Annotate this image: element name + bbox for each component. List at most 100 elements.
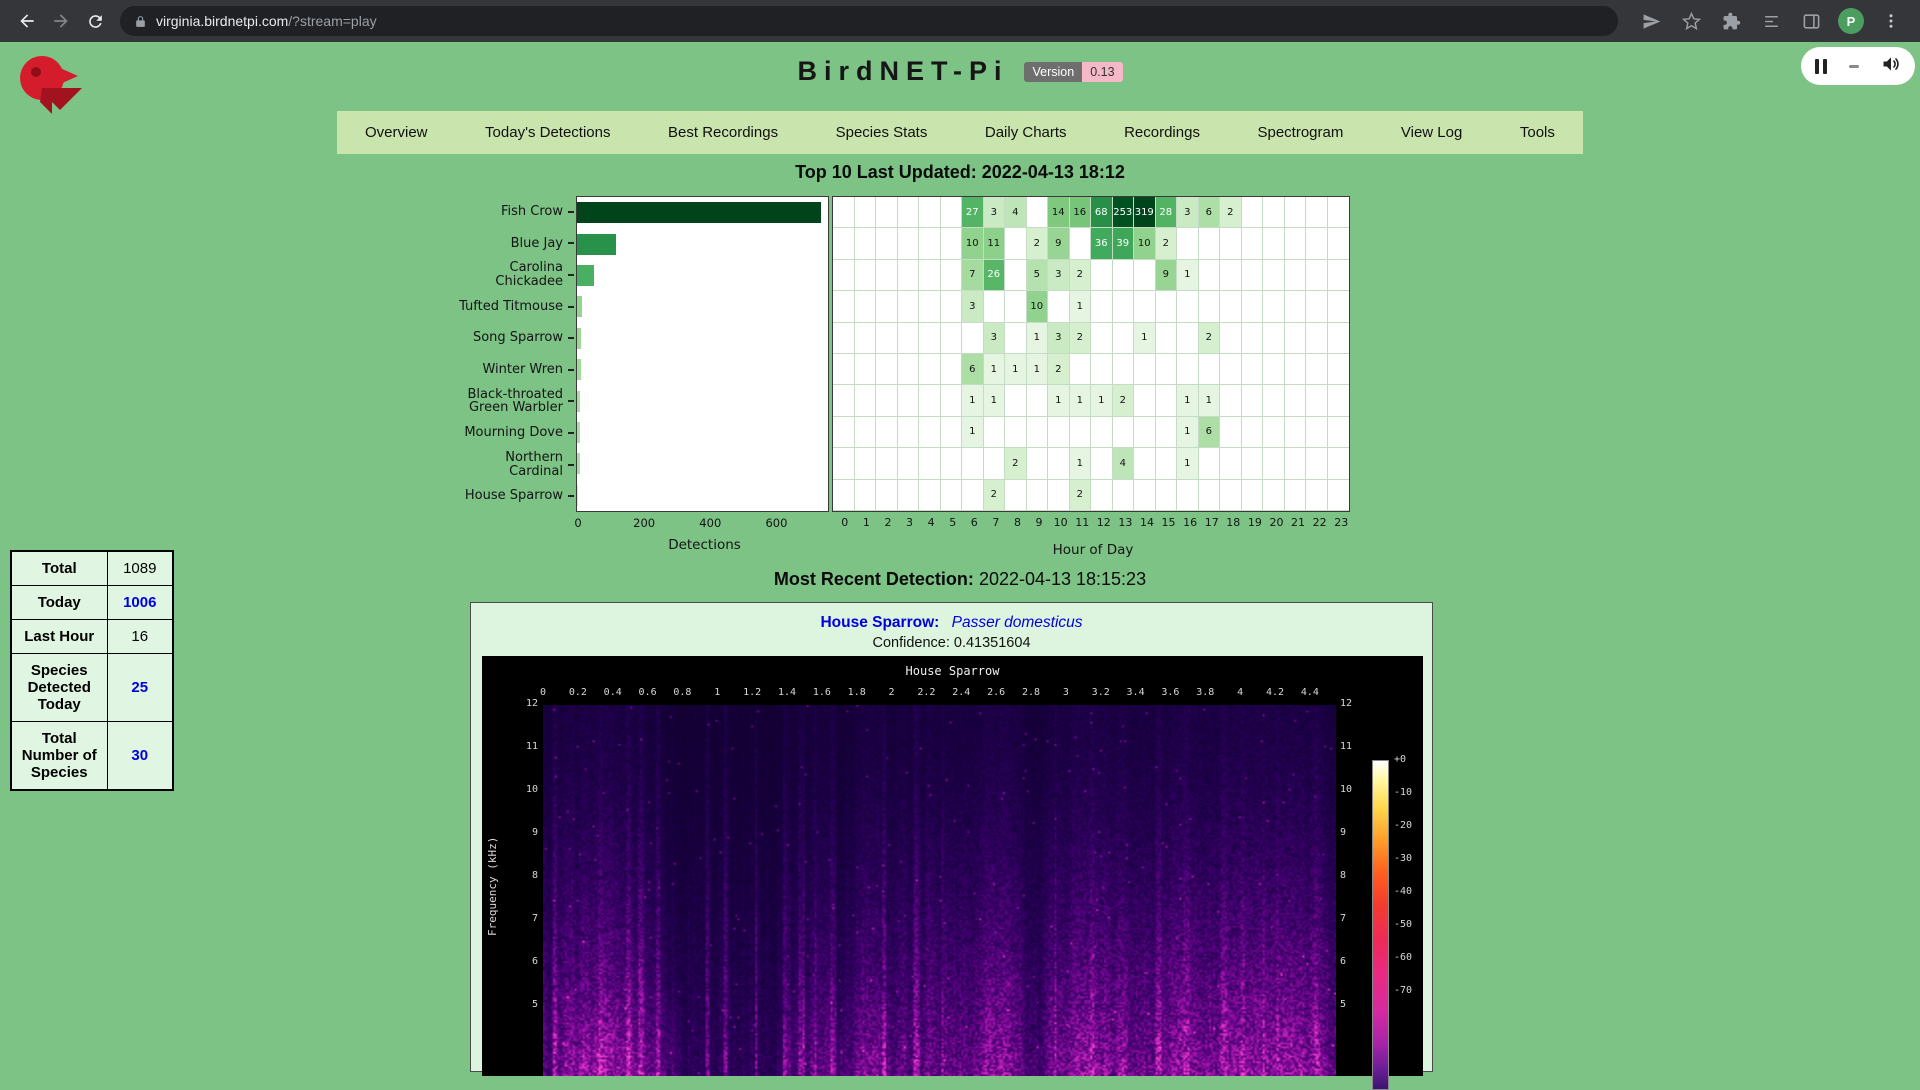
heatmap-cell: 2 xyxy=(1113,385,1135,416)
nav-item-overview[interactable]: Overview xyxy=(365,124,428,141)
spec-xtick: 0.8 xyxy=(673,687,691,698)
heatmap-cell xyxy=(855,323,877,354)
spec-xtick: 3.4 xyxy=(1127,687,1145,698)
hour-label: 19 xyxy=(1244,516,1266,529)
heatmap-cell: 6 xyxy=(962,354,984,385)
nav-item-daily-charts[interactable]: Daily Charts xyxy=(985,124,1067,141)
browser-menu-icon[interactable] xyxy=(1874,4,1908,38)
heatmap-cell: 3 xyxy=(984,197,1006,228)
reload-button[interactable] xyxy=(78,4,112,38)
heatmap-cell xyxy=(1156,291,1178,322)
heatmap-cell xyxy=(833,480,855,511)
spectrogram-title: House Sparrow xyxy=(482,664,1423,678)
heatmap-cell: 1 xyxy=(1177,260,1199,291)
heatmap-cell xyxy=(1220,417,1242,448)
hour-label: 7 xyxy=(985,516,1007,529)
side-panel-icon[interactable] xyxy=(1794,4,1828,38)
address-bar[interactable]: virginia.birdnetpi.com/?stream=play xyxy=(120,6,1618,36)
forward-button[interactable] xyxy=(44,4,78,38)
nav-item-tools[interactable]: Tools xyxy=(1520,124,1555,141)
heatmap-cell xyxy=(1263,197,1285,228)
heatmap-cell: 4 xyxy=(1113,448,1135,479)
heatmap-cell: 1 xyxy=(1091,385,1113,416)
extensions-icon[interactable] xyxy=(1714,4,1748,38)
heatmap-cell xyxy=(941,260,963,291)
species-label: Mourning Dove xyxy=(464,426,563,440)
nav-item-recordings[interactable]: Recordings xyxy=(1124,124,1200,141)
heatmap-cell: 1 xyxy=(1070,385,1092,416)
heatmap-cell: 2 xyxy=(1070,323,1092,354)
stat-value-link[interactable]: 1006 xyxy=(107,586,173,620)
heatmap-cell: 9 xyxy=(1048,228,1070,259)
spec-xtick: 3.2 xyxy=(1092,687,1110,698)
nav-item-today-s-detections[interactable]: Today's Detections xyxy=(485,124,610,141)
nav-item-view-log[interactable]: View Log xyxy=(1401,124,1462,141)
spec-xtick: 2 xyxy=(889,687,895,698)
heatmap-cell xyxy=(984,417,1006,448)
heatmap-cell xyxy=(1242,480,1264,511)
heatmap-cell: 1 xyxy=(1177,385,1199,416)
pause-button[interactable] xyxy=(1815,59,1827,74)
heatmap-cell xyxy=(1199,354,1221,385)
heatmap-cell: 2 xyxy=(1156,228,1178,259)
birdnet-pi-page: BirdNET-PiVersion0.13 OverviewToday's De… xyxy=(0,42,1920,1017)
stat-value-link[interactable]: 25 xyxy=(107,654,173,722)
heatmap-cell xyxy=(876,417,898,448)
heatmap-cell xyxy=(855,260,877,291)
heatmap-cell xyxy=(1285,197,1307,228)
heatmap-cell xyxy=(1156,354,1178,385)
heatmap-cell xyxy=(941,417,963,448)
stat-value-link[interactable]: 30 xyxy=(107,722,173,791)
heatmap-cell xyxy=(1005,228,1027,259)
bar-axis-ticks: 0200400600 xyxy=(578,516,831,530)
heatmap-cell xyxy=(1263,291,1285,322)
heatmap-cell: 1 xyxy=(1199,385,1221,416)
bar-chart-panel xyxy=(576,196,829,512)
send-icon[interactable] xyxy=(1634,4,1668,38)
nav-item-species-stats[interactable]: Species Stats xyxy=(836,124,928,141)
spec-xtick: 2.4 xyxy=(952,687,970,698)
heatmap-cell xyxy=(1328,385,1350,416)
stat-label: Total Number of Species xyxy=(11,722,107,791)
heatmap-cell xyxy=(1156,480,1178,511)
spec-ytick: 9 xyxy=(516,827,538,838)
species-label: Winter Wren xyxy=(482,363,563,377)
heatmap-cell xyxy=(1134,448,1156,479)
heatmap-cell xyxy=(1005,291,1027,322)
heatmap-cell xyxy=(1113,291,1135,322)
back-button[interactable] xyxy=(10,4,44,38)
detection-bar xyxy=(577,296,582,317)
detection-bar xyxy=(577,328,581,349)
scientific-name-link[interactable]: Passer domesticus xyxy=(952,614,1083,631)
media-controls-icon[interactable] xyxy=(1754,4,1788,38)
audio-player[interactable] xyxy=(1801,47,1915,85)
spec-ytick: 8 xyxy=(516,870,538,881)
volume-button[interactable] xyxy=(1881,54,1901,79)
heatmap-cell xyxy=(855,354,877,385)
heatmap-cell xyxy=(1134,260,1156,291)
hour-label: 12 xyxy=(1093,516,1115,529)
heatmap-cell xyxy=(1134,480,1156,511)
detection-bar xyxy=(577,202,821,223)
heatmap-cell: 1 xyxy=(984,385,1006,416)
heatmap-cell xyxy=(1048,480,1070,511)
profile-avatar[interactable]: P xyxy=(1834,4,1868,38)
heatmap-cell xyxy=(876,291,898,322)
heatmap-cell xyxy=(1048,448,1070,479)
hour-label: 3 xyxy=(899,516,921,529)
heatmap-cell xyxy=(1328,291,1350,322)
heatmap-cell xyxy=(1242,228,1264,259)
heatmap-cell xyxy=(1177,228,1199,259)
heatmap-cell xyxy=(876,228,898,259)
version-badge: Version0.13 xyxy=(1024,62,1122,82)
detected-species-link[interactable]: House Sparrow: xyxy=(820,614,939,631)
heatmap-cell xyxy=(984,291,1006,322)
heatmap-cell xyxy=(876,480,898,511)
colorbar-tick: -40 xyxy=(1394,886,1412,897)
nav-item-spectrogram[interactable]: Spectrogram xyxy=(1257,124,1343,141)
heatmap-cell xyxy=(833,448,855,479)
heatmap-cell xyxy=(1285,448,1307,479)
bookmark-star-icon[interactable] xyxy=(1674,4,1708,38)
heatmap-cell xyxy=(1328,197,1350,228)
nav-item-best-recordings[interactable]: Best Recordings xyxy=(668,124,778,141)
